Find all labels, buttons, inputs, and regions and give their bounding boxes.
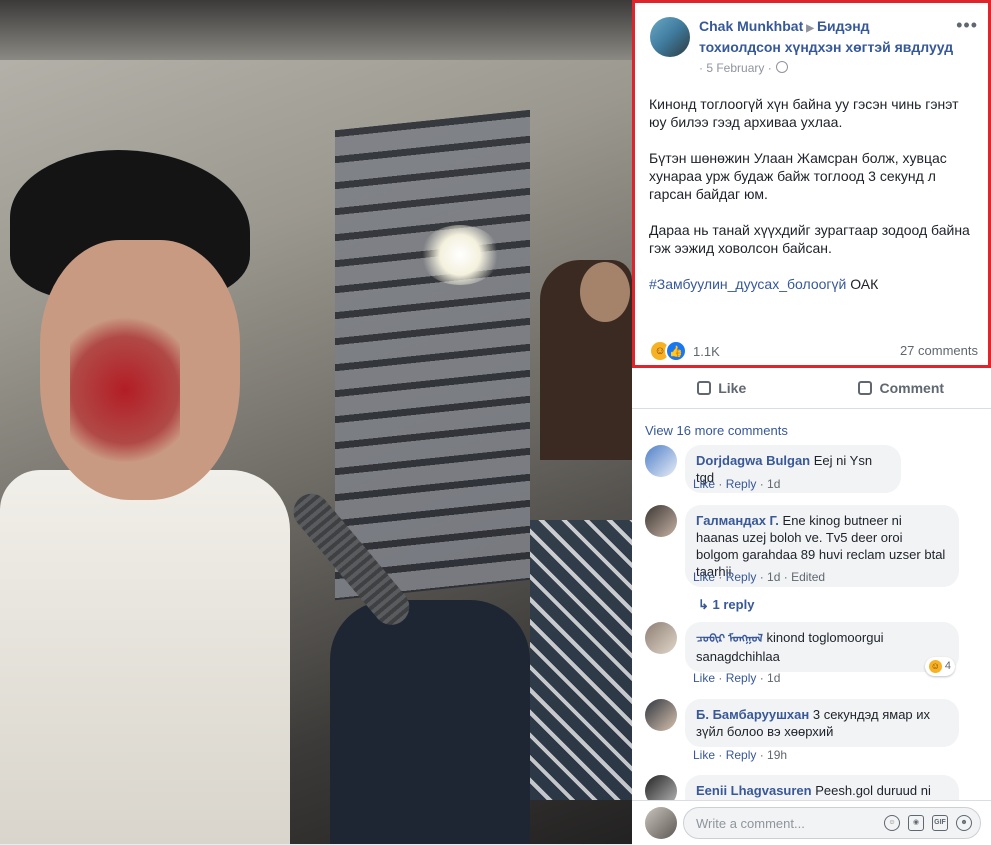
photo-light — [420, 225, 500, 285]
tag-suffix: ОАК — [846, 276, 878, 292]
commenter-name[interactable]: Dorjdagwa Bulgan — [696, 453, 810, 468]
view-more-comments[interactable]: View 16 more comments — [645, 423, 788, 438]
speech-bubble-icon — [858, 381, 872, 395]
sticker-icon[interactable]: ☻ — [956, 815, 972, 831]
reply-count-label: 1 reply — [713, 597, 755, 612]
photo-crew-head — [580, 262, 630, 322]
photo-chair — [530, 520, 632, 800]
like-label: Like — [718, 380, 746, 396]
photo-shirt — [0, 470, 290, 844]
comment-label: Comment — [879, 380, 944, 396]
comment-button[interactable]: Comment — [812, 368, 991, 408]
photo-actor — [0, 150, 300, 844]
comment-time[interactable]: 19h — [767, 748, 787, 762]
photo-rack — [335, 110, 530, 600]
post-photo[interactable] — [0, 0, 632, 844]
comment-time[interactable]: 1d — [767, 570, 780, 584]
ellipsis-icon[interactable]: ••• — [956, 15, 978, 36]
reaction-count: 1.1K — [693, 344, 720, 359]
commenter-avatar[interactable] — [645, 445, 677, 477]
composer-icons: ☺ ◉ GIF ☻ — [884, 815, 972, 831]
like-button[interactable]: Like — [632, 368, 812, 408]
post-actions: Like Comment — [632, 368, 991, 409]
author-line: Chak Munkhbat▶Бидэнд тохиолдсон хүндхэн … — [699, 17, 955, 57]
view-replies-link[interactable]: ↳ 1 reply — [698, 597, 754, 613]
comment-reply-link[interactable]: Reply — [726, 477, 757, 491]
comment-like-link[interactable]: Like — [693, 748, 715, 762]
commenter-name[interactable]: Eenii Lhagvasuren — [696, 783, 812, 798]
gif-icon[interactable]: GIF — [932, 815, 948, 831]
post-text: Кинонд тоглоогүй хүн байна уу гэсэн чинь… — [649, 95, 979, 311]
comment-meta: Like · Reply · 1d — [693, 671, 780, 685]
comment-reply-link[interactable]: Reply — [726, 671, 757, 685]
commenter-avatar[interactable] — [645, 505, 677, 537]
photo-operator — [330, 600, 530, 844]
camera-icon[interactable]: ◉ — [908, 815, 924, 831]
comment-text: Peesh.gol duruud ni — [815, 783, 931, 798]
post-paragraph: Бүтэн шөнөжин Улаан Жамсран болж, хувцас… — [649, 149, 979, 203]
comment-meta: Like · Reply · 1d — [693, 477, 780, 491]
commenter-name[interactable]: Б. Бамбаруушхан — [696, 707, 809, 722]
post-panel: Chak Munkhbat▶Бидэнд тохиолдсон хүндхэн … — [632, 0, 991, 844]
triangle-right-icon: ▶ — [806, 23, 814, 34]
comment-meta: Like · Reply · 1d · Edited — [693, 570, 825, 584]
audience-icon[interactable] — [776, 61, 788, 73]
commenter-avatar[interactable] — [645, 699, 677, 731]
comment-count[interactable]: 27 comments — [900, 343, 978, 358]
comment-bubble: ᠴᠣᠪᠢᠷ ᠮᠣᠩᠭᠣᠯ kinond toglomoorgui sanagdc… — [685, 622, 959, 672]
commenter-name[interactable]: Галмандах Г. — [696, 513, 779, 528]
thumbs-up-icon — [697, 381, 711, 395]
emoji-icon[interactable]: ☺ — [884, 815, 900, 831]
comment-bubble: Б. Бамбаруушхан 3 секундэд ямар их зүйл … — [685, 699, 959, 747]
comment-reply-link[interactable]: Reply — [726, 748, 757, 762]
commenter-avatar[interactable] — [645, 622, 677, 654]
comment-input[interactable]: Write a comment... ☺ ◉ GIF ☻ — [683, 807, 981, 839]
comment-like-link[interactable]: Like — [693, 570, 715, 584]
like-reaction-icon: 👍 — [665, 340, 687, 362]
date-link[interactable]: 5 February — [706, 61, 764, 75]
author-avatar[interactable] — [650, 17, 690, 57]
reply-arrow-icon: ↳ — [698, 597, 713, 612]
comment-reaction-badge[interactable]: ☺4 — [925, 657, 955, 676]
post-paragraph: Кинонд тоглоогүй хүн байна уу гэсэн чинь… — [649, 95, 979, 131]
comment-reaction-count: 4 — [945, 658, 951, 675]
comment-edited[interactable]: Edited — [791, 570, 825, 584]
haha-reaction-icon: ☺ — [929, 660, 942, 673]
author-name[interactable]: Chak Munkhbat — [699, 18, 803, 34]
current-user-avatar[interactable] — [645, 807, 677, 839]
post-paragraph: Дараа нь танай хүүхдийг зурагтаар зодоод… — [649, 221, 979, 257]
post-header-box: Chak Munkhbat▶Бидэнд тохиолдсон хүндхэн … — [632, 0, 991, 368]
post-date: · 5 February · — [699, 61, 788, 75]
comment-time[interactable]: 1d — [767, 671, 780, 685]
comment-composer: Write a comment... ☺ ◉ GIF ☻ — [632, 800, 991, 845]
comment-like-link[interactable]: Like — [693, 671, 715, 685]
hashtag-link[interactable]: #Замбуулин_дуусах_болоогүй — [649, 276, 846, 292]
commenter-name[interactable]: ᠴᠣᠪᠢᠷ ᠮᠣᠩᠭᠣᠯ — [696, 633, 763, 645]
comment-meta: Like · Reply · 19h — [693, 748, 787, 762]
post-tags: #Замбуулин_дуусах_болоогүй ОАК — [649, 275, 979, 293]
reactions-summary[interactable]: ☺ 👍 1.1K — [649, 340, 720, 362]
photo-ceiling — [0, 0, 632, 60]
photo-blood — [70, 310, 180, 470]
comment-reply-link[interactable]: Reply — [726, 570, 757, 584]
comment-like-link[interactable]: Like — [693, 477, 715, 491]
comment-input-placeholder: Write a comment... — [696, 816, 805, 831]
comment-time[interactable]: 1d — [767, 477, 780, 491]
